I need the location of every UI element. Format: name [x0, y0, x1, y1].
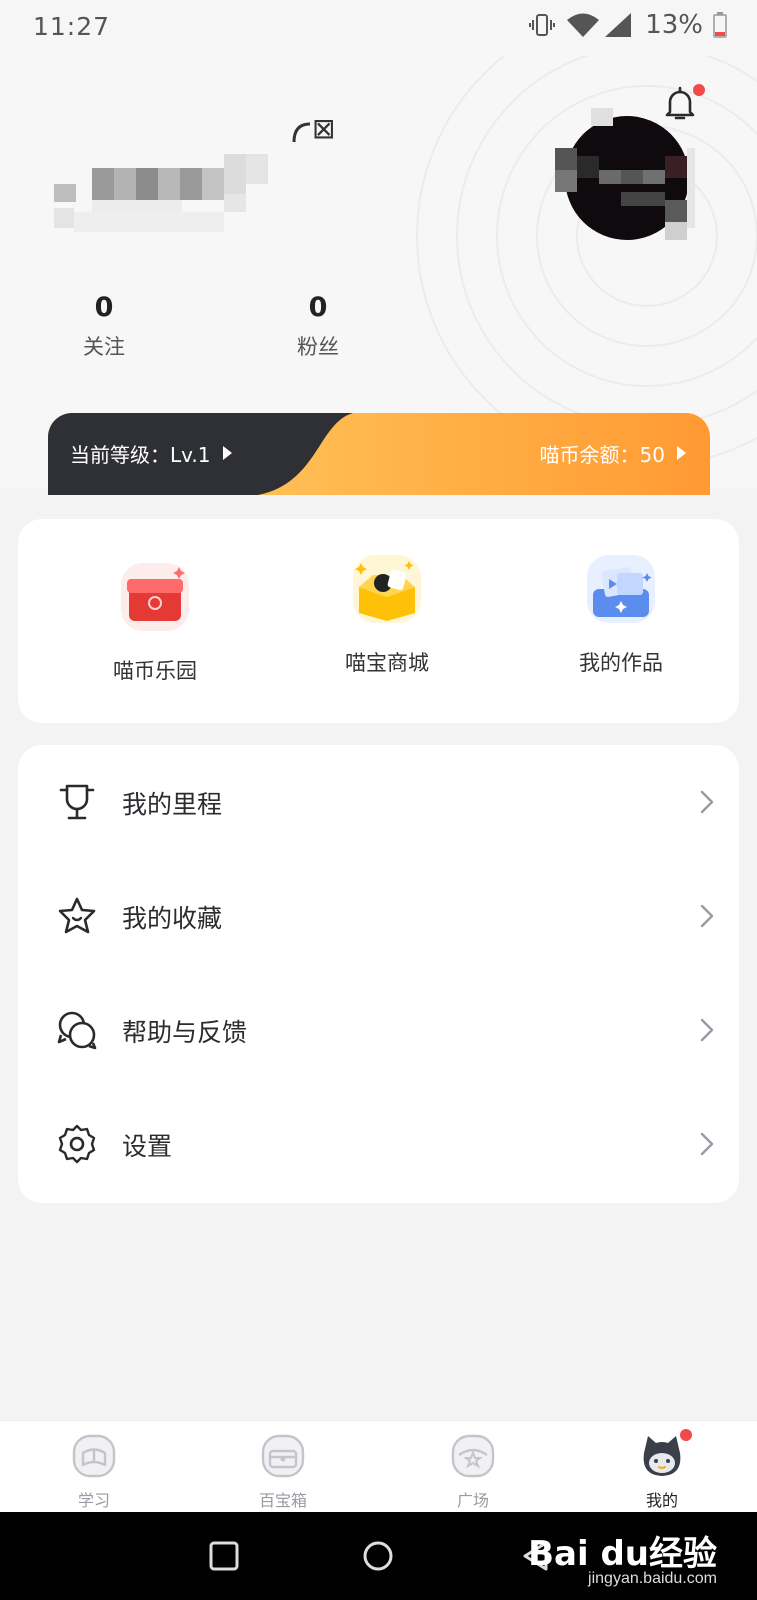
tab-label-mine: 我的 — [645, 1491, 678, 1510]
status-time: 11:27 — [33, 12, 111, 41]
menu-card: 我的里程 我的收藏 帮助与反馈 设置 — [18, 745, 739, 1203]
cell-signal-icon — [605, 13, 632, 37]
quick-label-my-works: 我的作品 — [579, 651, 663, 675]
yellow-gift-box-icon — [353, 555, 421, 623]
quick-item-shop[interactable]: 喵宝商城 — [297, 549, 477, 677]
followers-stat[interactable]: 0 粉丝 — [258, 292, 378, 361]
battery-percent: 13% — [645, 10, 703, 40]
tab-label-toolbox: 百宝箱 — [258, 1491, 307, 1510]
tab-mine-badge — [680, 1429, 692, 1441]
chevron-right-icon — [700, 904, 714, 928]
menu-item-help-feedback[interactable]: 帮助与反馈 — [18, 973, 739, 1087]
profile-avatar[interactable] — [555, 108, 695, 248]
quick-label-coin-park: 喵币乐园 — [113, 659, 197, 683]
notification-badge — [693, 84, 705, 96]
baidu-watermark-url: jingyan.baidu.com — [588, 1570, 717, 1587]
tab-toolbox[interactable]: 百宝箱 — [228, 1433, 338, 1511]
gear-icon — [58, 1124, 96, 1164]
chevron-right-icon — [700, 1018, 714, 1042]
level-arrow-icon — [222, 446, 232, 460]
tab-label-study: 学习 — [77, 1491, 110, 1510]
chat-bubbles-icon — [57, 1011, 97, 1050]
tab-plaza[interactable]: 广场 — [418, 1433, 528, 1511]
username-blurred[interactable] — [54, 100, 286, 232]
toolbox-icon — [261, 1434, 305, 1478]
coin-arrow-icon — [677, 446, 686, 460]
menu-label-help-feedback: 帮助与反馈 — [122, 1018, 248, 1047]
baidu-watermark: Bai du经验 — [528, 1534, 717, 1574]
tab-study[interactable]: 学习 — [39, 1433, 149, 1511]
wifi-icon — [567, 13, 600, 37]
current-level-link[interactable]: 当前等级：Lv.1 — [70, 439, 232, 468]
red-treasure-chest-icon — [121, 563, 189, 631]
status-bar: 11:27 13% — [0, 0, 757, 56]
tab-label-plaza: 广场 — [456, 1491, 489, 1510]
cat-avatar-icon — [643, 1436, 681, 1476]
followers-count: 0 — [308, 292, 328, 323]
tab-mine[interactable]: 我的 — [607, 1433, 717, 1511]
menu-label-favorites: 我的收藏 — [122, 904, 223, 933]
level-coins-bar: 当前等级：Lv.1 喵币余额：50 — [48, 413, 710, 495]
plaza-icon — [451, 1434, 495, 1478]
star-icon — [58, 897, 96, 934]
recent-apps-icon[interactable] — [208, 1540, 240, 1572]
quick-item-coin-park[interactable]: 喵币乐园 — [65, 557, 245, 685]
vibrate-icon — [529, 12, 556, 38]
menu-item-milestones[interactable]: 我的里程 — [18, 745, 739, 859]
quick-label-shop: 喵宝商城 — [345, 651, 429, 675]
following-count: 0 — [94, 292, 114, 323]
quick-actions-card: 喵币乐园 喵宝商城 我的作品 — [18, 519, 739, 723]
menu-label-milestones: 我的里程 — [122, 790, 223, 819]
system-nav-bar: Bai du经验 jingyan.baidu.com — [0, 1512, 757, 1600]
status-icons: 13% — [529, 10, 727, 40]
following-stat[interactable]: 0 关注 — [44, 292, 164, 361]
username-suffix: ⊠ — [292, 112, 335, 145]
chevron-right-icon — [700, 790, 714, 814]
menu-item-favorites[interactable]: 我的收藏 — [18, 859, 739, 973]
home-icon[interactable] — [362, 1540, 394, 1572]
bottom-tab-bar: 学习 百宝箱 广场 我的 — [0, 1420, 757, 1512]
blue-works-box-icon — [587, 555, 655, 623]
quick-item-my-works[interactable]: 我的作品 — [531, 549, 711, 677]
menu-item-settings[interactable]: 设置 — [18, 1087, 739, 1201]
battery-icon — [713, 12, 727, 38]
following-label: 关注 — [83, 335, 125, 359]
study-icon — [72, 1434, 116, 1478]
followers-label: 粉丝 — [297, 335, 339, 359]
coin-balance-link[interactable]: 喵币余额：50 — [540, 439, 686, 468]
menu-label-settings: 设置 — [122, 1132, 173, 1161]
chevron-right-icon — [700, 1132, 714, 1156]
current-level-label: 当前等级：Lv.1 — [70, 443, 211, 467]
coin-balance-label: 喵币余额：50 — [539, 443, 665, 467]
trophy-icon — [59, 784, 95, 820]
